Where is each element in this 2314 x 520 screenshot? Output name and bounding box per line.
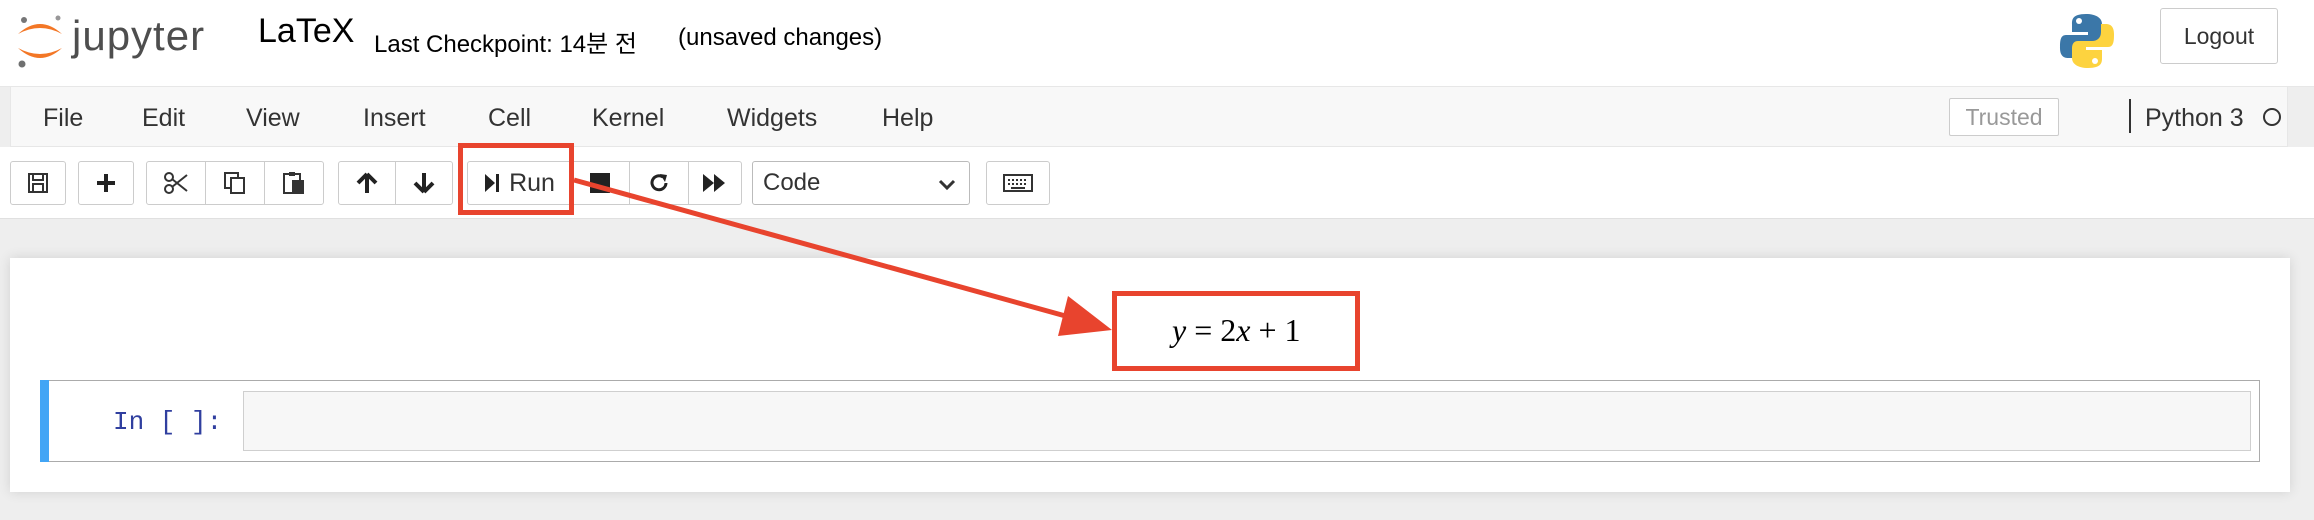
annotation-arrow xyxy=(573,177,1112,336)
